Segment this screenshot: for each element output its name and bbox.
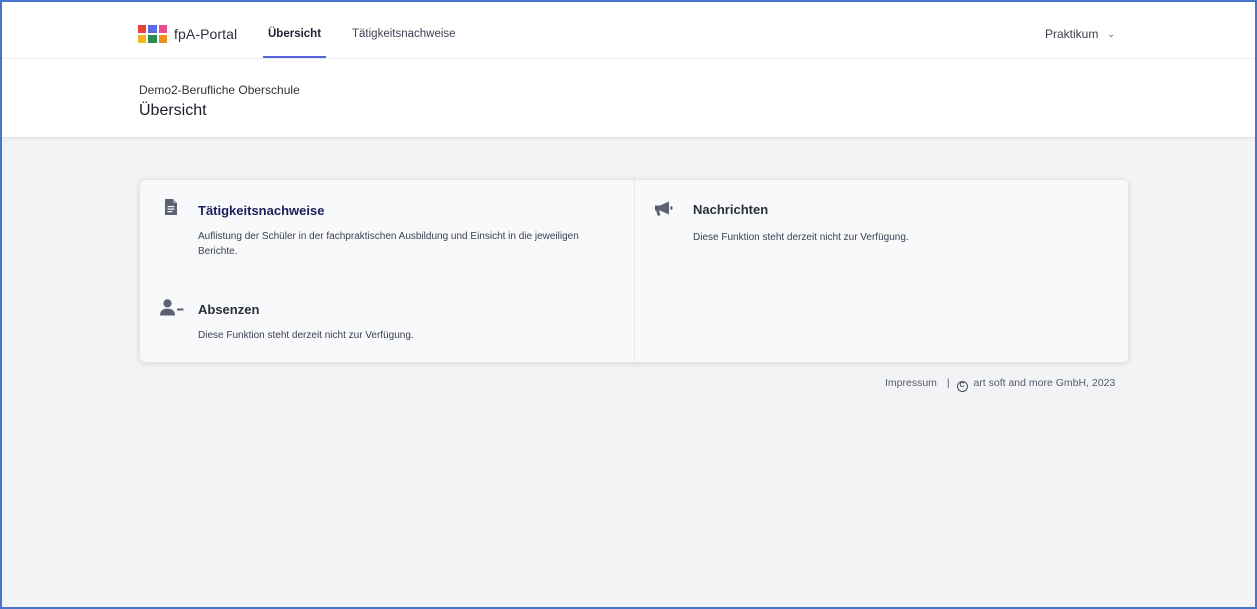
fpa-logo-icon [138, 25, 167, 43]
page-title: Übersicht [139, 102, 207, 119]
taetigkeitsnachweise-tile[interactable]: Tätigkeitsnachweise Auflistung der Schül… [140, 180, 634, 290]
megaphone-icon [655, 201, 673, 216]
overview-card: Tätigkeitsnachweise Auflistung der Schül… [140, 180, 1128, 362]
user-minus-icon [160, 299, 184, 316]
active-tab-indicator [263, 56, 326, 58]
copyright-icon: C [956, 381, 968, 392]
taetigkeitsnachweise-title[interactable]: Tätigkeitsnachweise [198, 203, 324, 218]
absenzen-description: Diese Funktion steht derzeit nicht zur V… [198, 330, 414, 341]
copyright-text: art soft and more GmbH, 2023 [973, 377, 1116, 389]
app-frame: fpA-Portal Übersicht Tätigkeitsnachweise… [0, 0, 1257, 609]
tab-taetigkeitsnachweise[interactable]: Tätigkeitsnachweise [352, 28, 456, 40]
tab-uebersicht[interactable]: Übersicht [268, 28, 321, 40]
nachrichten-tile: Nachrichten Diese Funktion steht derzeit… [635, 180, 1128, 290]
impressum-link[interactable]: Impressum [885, 377, 937, 389]
organization-name: Demo2-Berufliche Oberschule [139, 83, 300, 97]
document-icon [165, 199, 177, 215]
taetigkeitsnachweise-description: Auflistung der Schüler in der fachprakti… [198, 231, 579, 257]
absenzen-tile: Absenzen Diese Funktion steht derzeit ni… [140, 290, 634, 362]
footer-separator: | [946, 377, 950, 389]
nachrichten-title: Nachrichten [693, 202, 769, 217]
praktikum-dropdown[interactable]: Praktikum ⌄ [1045, 27, 1115, 41]
top-navbar: fpA-Portal Übersicht Tätigkeitsnachweise… [2, 2, 1255, 59]
absenzen-title: Absenzen [198, 302, 260, 317]
footer: Impressum | C art soft and more GmbH, 20… [885, 377, 1115, 392]
nachrichten-description: Diese Funktion steht derzeit nicht zur V… [693, 232, 909, 243]
brand-name: fpA-Portal [174, 26, 238, 42]
page-header: Demo2-Berufliche Oberschule Übersicht [2, 59, 1255, 138]
brand[interactable]: fpA-Portal [138, 25, 237, 43]
chevron-down-icon: ⌄ [1107, 28, 1115, 39]
praktikum-label: Praktikum [1045, 27, 1099, 41]
